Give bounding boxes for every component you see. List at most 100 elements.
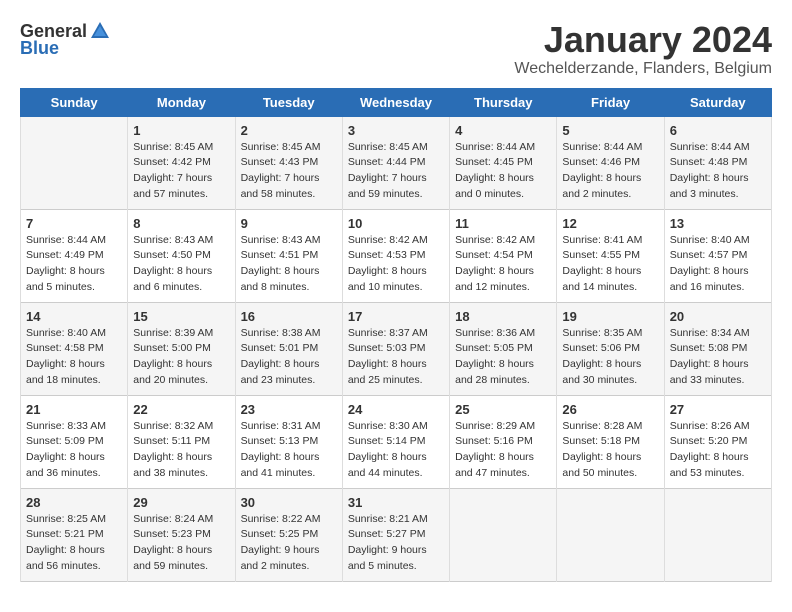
day-info-line: Daylight: 7 hours — [241, 171, 337, 187]
day-cell: 4Sunrise: 8:44 AMSunset: 4:45 PMDaylight… — [450, 116, 557, 209]
day-info-line: Daylight: 8 hours — [26, 264, 122, 280]
day-info-line: Sunrise: 8:43 AM — [133, 233, 229, 249]
day-info-line: Sunrise: 8:36 AM — [455, 326, 551, 342]
day-info-line: Daylight: 8 hours — [348, 264, 444, 280]
day-info: Sunrise: 8:34 AMSunset: 5:08 PMDaylight:… — [670, 326, 766, 389]
day-info-line: and 5 minutes. — [26, 280, 122, 296]
day-cell: 18Sunrise: 8:36 AMSunset: 5:05 PMDayligh… — [450, 302, 557, 395]
day-info-line: Sunrise: 8:21 AM — [348, 512, 444, 528]
day-info-line: Sunset: 4:54 PM — [455, 248, 551, 264]
day-info-line: Sunrise: 8:44 AM — [670, 140, 766, 156]
day-number: 4 — [455, 123, 551, 138]
col-friday: Friday — [557, 88, 664, 116]
logo-icon — [89, 20, 111, 42]
day-info-line: Daylight: 8 hours — [133, 357, 229, 373]
day-info-line: Sunrise: 8:25 AM — [26, 512, 122, 528]
day-info-line: Sunrise: 8:41 AM — [562, 233, 658, 249]
day-number: 13 — [670, 216, 766, 231]
day-cell: 23Sunrise: 8:31 AMSunset: 5:13 PMDayligh… — [235, 395, 342, 488]
day-number: 14 — [26, 309, 122, 324]
day-cell: 20Sunrise: 8:34 AMSunset: 5:08 PMDayligh… — [664, 302, 771, 395]
day-info-line: and 20 minutes. — [133, 373, 229, 389]
col-monday: Monday — [128, 88, 235, 116]
day-info-line: Sunset: 5:05 PM — [455, 341, 551, 357]
day-number: 6 — [670, 123, 766, 138]
calendar-table: Sunday Monday Tuesday Wednesday Thursday… — [20, 88, 772, 582]
day-info-line: and 2 minutes. — [241, 559, 337, 575]
day-info-line: Sunset: 5:18 PM — [562, 434, 658, 450]
day-number: 8 — [133, 216, 229, 231]
day-info-line: and 30 minutes. — [562, 373, 658, 389]
day-info-line: Daylight: 7 hours — [348, 171, 444, 187]
day-info-line: and 58 minutes. — [241, 187, 337, 203]
day-info-line: Sunrise: 8:31 AM — [241, 419, 337, 435]
day-info-line: Sunset: 4:57 PM — [670, 248, 766, 264]
day-cell: 27 Sunrise: 8:26 AMSunset: 5:20 PMDayligh… — [664, 395, 771, 488]
day-cell: 7Sunrise: 8:44 AMSunset: 4:49 PMDaylight… — [21, 209, 128, 302]
day-info-line: Sunrise: 8:22 AM — [241, 512, 337, 528]
day-info: Sunrise: 8:41 AMSunset: 4:55 PMDaylight:… — [562, 233, 658, 296]
day-number: 22 — [133, 402, 229, 417]
col-thursday: Thursday — [450, 88, 557, 116]
calendar-header: Sunday Monday Tuesday Wednesday Thursday… — [21, 88, 772, 116]
day-info-line: and 59 minutes. — [133, 559, 229, 575]
day-info: Sunrise: 8:38 AMSunset: 5:01 PMDaylight:… — [241, 326, 337, 389]
day-info: Sunrise: 8:45 AMSunset: 4:43 PMDaylight:… — [241, 140, 337, 203]
day-number: 16 — [241, 309, 337, 324]
day-info-line: Daylight: 8 hours — [133, 543, 229, 559]
day-info-line: Sunrise: 8:24 AM — [133, 512, 229, 528]
day-cell: 8 Sunrise: 8:43 AMSunset: 4:50 PMDaylight… — [128, 209, 235, 302]
day-info-line: Sunset: 5:23 PM — [133, 527, 229, 543]
day-cell: 1Sunrise: 8:45 AMSunset: 4:42 PMDaylight… — [128, 116, 235, 209]
day-info-line: Sunrise: 8:40 AM — [26, 326, 122, 342]
logo: General Blue — [20, 20, 111, 59]
week-row-4: 21Sunrise: 8:33 AMSunset: 5:09 PMDayligh… — [21, 395, 772, 488]
day-info: Sunrise: 8:26 AMSunset: 5:20 PMDaylight:… — [670, 419, 766, 482]
day-info-line: Sunset: 4:48 PM — [670, 155, 766, 171]
day-info-line: Sunrise: 8:30 AM — [348, 419, 444, 435]
day-info-line: Sunset: 4:45 PM — [455, 155, 551, 171]
day-info-line: Sunrise: 8:44 AM — [26, 233, 122, 249]
day-cell: 19Sunrise: 8:35 AMSunset: 5:06 PMDayligh… — [557, 302, 664, 395]
day-info: Sunrise: 8:32 AMSunset: 5:11 PMDaylight:… — [133, 419, 229, 482]
day-info-line: and 59 minutes. — [348, 187, 444, 203]
day-info: Sunrise: 8:25 AMSunset: 5:21 PMDaylight:… — [26, 512, 122, 575]
day-info: Sunrise: 8:30 AMSunset: 5:14 PMDaylight:… — [348, 419, 444, 482]
day-info-line: Sunrise: 8:44 AM — [455, 140, 551, 156]
day-number: 12 — [562, 216, 658, 231]
day-info-line: Sunset: 4:42 PM — [133, 155, 229, 171]
day-number: 31 — [348, 495, 444, 510]
day-info-line: and 57 minutes. — [133, 187, 229, 203]
day-info-line: Daylight: 8 hours — [670, 171, 766, 187]
day-info-line: and 2 minutes. — [562, 187, 658, 203]
day-cell: 9Sunrise: 8:43 AMSunset: 4:51 PMDaylight… — [235, 209, 342, 302]
day-info-line: Sunset: 4:49 PM — [26, 248, 122, 264]
day-info-line: Daylight: 8 hours — [241, 450, 337, 466]
day-info: Sunrise: 8:44 AMSunset: 4:48 PMDaylight:… — [670, 140, 766, 203]
day-info: Sunrise: 8:45 AMSunset: 4:42 PMDaylight:… — [133, 140, 229, 203]
day-info-line: and 0 minutes. — [455, 187, 551, 203]
day-info: Sunrise: 8:43 AMSunset: 4:50 PMDaylight:… — [133, 233, 229, 296]
day-cell: 25Sunrise: 8:29 AMSunset: 5:16 PMDayligh… — [450, 395, 557, 488]
week-row-3: 14Sunrise: 8:40 AMSunset: 4:58 PMDayligh… — [21, 302, 772, 395]
calendar-subtitle: Wechelderzande, Flanders, Belgium — [514, 60, 772, 78]
day-info-line: Sunset: 5:11 PM — [133, 434, 229, 450]
day-info: Sunrise: 8:21 AMSunset: 5:27 PMDaylight:… — [348, 512, 444, 575]
day-info-line: and 23 minutes. — [241, 373, 337, 389]
col-sunday: Sunday — [21, 88, 128, 116]
day-info: Sunrise: 8:43 AMSunset: 4:51 PMDaylight:… — [241, 233, 337, 296]
day-cell: 10Sunrise: 8:42 AMSunset: 4:53 PMDayligh… — [342, 209, 449, 302]
day-info-line: Sunset: 5:21 PM — [26, 527, 122, 543]
day-info-line: and 53 minutes. — [670, 466, 766, 482]
day-info-line: and 16 minutes. — [670, 280, 766, 296]
day-cell: 12 Sunrise: 8:41 AMSunset: 4:55 PMDayligh… — [557, 209, 664, 302]
day-number: 2 — [241, 123, 337, 138]
day-info: Sunrise: 8:35 AMSunset: 5:06 PMDaylight:… — [562, 326, 658, 389]
day-number: 18 — [455, 309, 551, 324]
day-number: 24 — [348, 402, 444, 417]
day-number: 25 — [455, 402, 551, 417]
day-info-line: Daylight: 8 hours — [26, 543, 122, 559]
day-info-line: Sunrise: 8:45 AM — [348, 140, 444, 156]
day-number: 21 — [26, 402, 122, 417]
day-number: 27 — [670, 402, 766, 417]
